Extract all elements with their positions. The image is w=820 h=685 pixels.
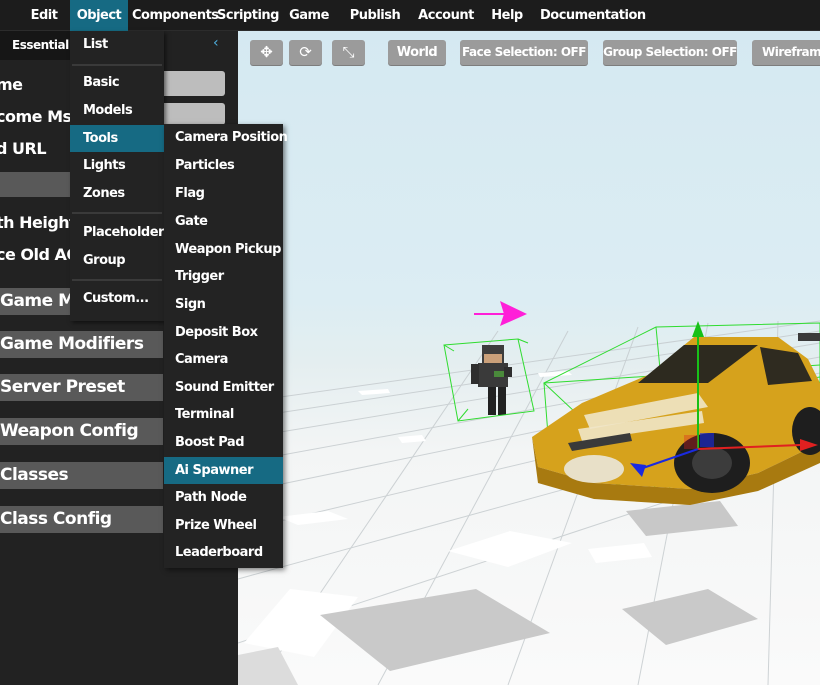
object-menu-zones[interactable]: Zones (70, 180, 164, 207)
group-selection-button[interactable]: Group Selection: OFF (603, 40, 737, 65)
scene-viewport[interactable] (238, 31, 820, 685)
world-space-button[interactable]: World (388, 40, 446, 65)
prop-label-force-old-ao: ce Old AO (0, 245, 80, 264)
tools-camera-position[interactable]: Camera Position (164, 124, 288, 151)
scale-icon: ⤡ (342, 43, 355, 61)
tools-flag[interactable]: Flag (164, 180, 283, 207)
character-model[interactable] (471, 345, 512, 415)
menu-game[interactable]: Game (288, 0, 330, 31)
prop-label-depth-height: th Height (0, 213, 77, 232)
section-server-preset[interactable]: Server Preset (0, 374, 163, 401)
object-menu-custom[interactable]: Custom... (70, 285, 164, 312)
tools-prize-wheel[interactable]: Prize Wheel (164, 512, 283, 539)
scene-canvas[interactable] (238, 31, 820, 685)
menu-components[interactable]: Components (132, 0, 219, 31)
tools-sound-emitter[interactable]: Sound Emitter (164, 374, 283, 401)
tools-boost-pad[interactable]: Boost Pad (164, 429, 283, 456)
tools-weapon-pickup[interactable]: Weapon Pickup (164, 236, 283, 263)
tools-terminal[interactable]: Terminal (164, 401, 283, 428)
section-class-config[interactable]: Class Config (0, 506, 163, 533)
move-tool-button[interactable]: ✥ (250, 40, 283, 65)
tools-ai-spawner[interactable]: Ai Spawner (164, 457, 283, 484)
section-game-modifiers[interactable]: Game Modifiers (0, 331, 163, 358)
object-menu-placeholder[interactable]: Placeholder (70, 219, 164, 246)
object-menu-group[interactable]: Group (70, 247, 164, 274)
object-menu-tools[interactable]: Tools (70, 125, 164, 152)
tab-essential[interactable]: Essential (0, 31, 70, 60)
welcome-msg-field[interactable] (160, 103, 225, 125)
object-menu-lights[interactable]: Lights (70, 152, 164, 179)
tools-gate[interactable]: Gate (164, 208, 283, 235)
menu-object[interactable]: Object (70, 0, 128, 31)
section-weapon-config[interactable]: Weapon Config (0, 418, 163, 445)
menu-account[interactable]: Account (416, 0, 476, 31)
section-game-mode-label: Game Mod (0, 291, 70, 311)
menu-documentation[interactable]: Documentation (540, 0, 646, 31)
menu-divider (72, 64, 162, 66)
car-model[interactable] (532, 333, 820, 505)
tools-sign[interactable]: Sign (164, 291, 283, 318)
object-menu-basic[interactable]: Basic (70, 69, 164, 96)
wireframe-button[interactable]: Wirefram (752, 40, 820, 65)
scale-tool-button[interactable]: ⤡ (332, 40, 365, 65)
menu-edit[interactable]: Edit (26, 0, 62, 31)
rotate-icon: ⟳ (299, 43, 312, 61)
move-arrows-icon: ✥ (260, 43, 273, 61)
section-game-mode[interactable]: Game Mod (0, 288, 70, 315)
menu-bar: Edit Object Components Scripting Game Pu… (0, 0, 820, 31)
tools-particles[interactable]: Particles (164, 152, 283, 179)
section-game-modifiers-label: Game Modifiers (0, 334, 144, 354)
tools-path-node[interactable]: Path Node (164, 484, 283, 511)
face-selection-button[interactable]: Face Selection: OFF (460, 40, 588, 65)
section-server-preset-label: Server Preset (0, 377, 125, 397)
chevron-left-icon[interactable]: ‹ (213, 35, 219, 51)
object-menu-models[interactable]: Models (70, 97, 164, 124)
tools-trigger[interactable]: Trigger (164, 263, 283, 290)
viewport-toolbar: ✥ ⟳ ⤡ World Face Selection: OFF Group Se… (238, 31, 820, 76)
tools-leaderboard[interactable]: Leaderboard (164, 539, 283, 566)
object-menu-list[interactable]: List (70, 31, 164, 58)
menu-divider (72, 212, 162, 214)
magenta-marker[interactable] (474, 301, 527, 326)
object-menu: List Basic Models Tools Lights Zones Pla… (70, 31, 164, 321)
tools-deposit-box[interactable]: Deposit Box (164, 319, 283, 346)
name-field[interactable] (160, 71, 225, 96)
section-weapon-config-label: Weapon Config (0, 421, 139, 441)
section-classes[interactable]: Classes (0, 462, 163, 489)
menu-scripting[interactable]: Scripting (216, 0, 280, 31)
tools-camera[interactable]: Camera (164, 346, 283, 373)
menu-help[interactable]: Help (488, 0, 526, 31)
section-class-config-label: Class Config (0, 509, 112, 529)
prop-label-thumbnail-url: d URL (0, 139, 47, 158)
menu-divider (72, 279, 162, 281)
tools-submenu: Camera Position Particles Flag Gate Weap… (164, 124, 288, 568)
section-classes-label: Classes (0, 465, 69, 485)
prop-label-name: me (0, 75, 23, 94)
menu-publish[interactable]: Publish (346, 0, 404, 31)
rotate-tool-button[interactable]: ⟳ (289, 40, 322, 65)
